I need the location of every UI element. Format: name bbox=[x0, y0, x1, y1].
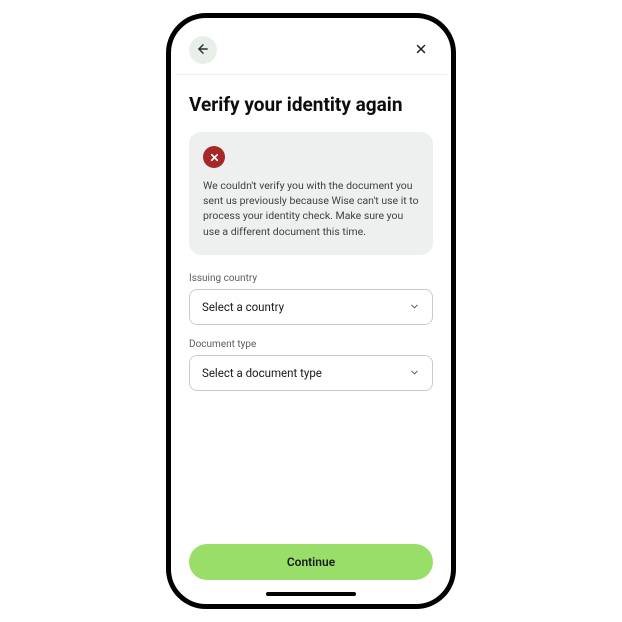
error-message: We couldn't verify you with the document… bbox=[203, 178, 419, 239]
document-type-value: Select a document type bbox=[202, 366, 322, 380]
continue-button[interactable]: Continue bbox=[189, 544, 433, 580]
document-type-field: Document type Select a document type bbox=[189, 339, 433, 391]
content-area: Verify your identity again We couldn't v… bbox=[175, 75, 447, 544]
chevron-down-icon bbox=[409, 297, 420, 316]
spacer bbox=[189, 405, 433, 544]
phone-frame: Verify your identity again We couldn't v… bbox=[166, 13, 456, 609]
close-icon bbox=[414, 41, 428, 60]
screen: Verify your identity again We couldn't v… bbox=[175, 22, 447, 600]
arrow-left-icon bbox=[196, 41, 210, 60]
error-icon bbox=[203, 146, 225, 168]
issuing-country-value: Select a country bbox=[202, 300, 284, 314]
document-type-select[interactable]: Select a document type bbox=[189, 355, 433, 391]
back-button[interactable] bbox=[189, 36, 217, 64]
home-indicator bbox=[266, 592, 356, 596]
footer: Continue bbox=[175, 544, 447, 588]
issuing-country-field: Issuing country Select a country bbox=[189, 273, 433, 325]
issuing-country-select[interactable]: Select a country bbox=[189, 289, 433, 325]
issuing-country-label: Issuing country bbox=[189, 273, 433, 284]
header-bar bbox=[175, 22, 447, 75]
chevron-down-icon bbox=[409, 363, 420, 382]
error-alert: We couldn't verify you with the document… bbox=[189, 132, 433, 255]
page-title: Verify your identity again bbox=[189, 93, 433, 116]
document-type-label: Document type bbox=[189, 339, 433, 350]
close-button[interactable] bbox=[409, 38, 433, 62]
